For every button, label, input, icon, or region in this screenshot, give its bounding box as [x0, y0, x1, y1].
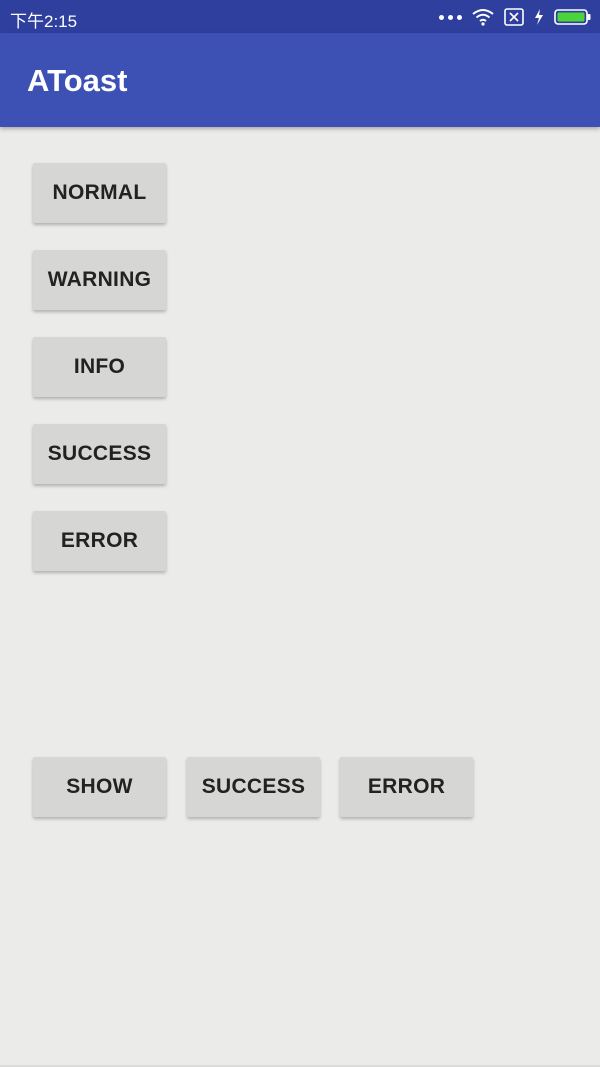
error-row-button[interactable]: ERROR: [340, 757, 473, 817]
more-dots-icon: [439, 14, 462, 20]
app-bar: AToast: [0, 33, 600, 127]
success-row-button[interactable]: SUCCESS: [187, 757, 320, 817]
success-button[interactable]: SUCCESS: [33, 424, 166, 484]
battery-icon: [554, 9, 591, 25]
sim-off-icon: [504, 8, 524, 26]
status-bar: 下午2:15: [0, 0, 600, 33]
warning-button[interactable]: WARNING: [33, 250, 166, 310]
show-button[interactable]: SHOW: [33, 757, 166, 817]
app-title: AToast: [27, 63, 128, 98]
status-icons: [439, 6, 592, 28]
charging-icon: [535, 9, 543, 25]
status-time: 下午2:15: [10, 12, 78, 31]
normal-button[interactable]: NORMAL: [33, 163, 166, 223]
info-button[interactable]: INFO: [33, 337, 166, 397]
wifi-icon: [472, 9, 494, 26]
error-button[interactable]: ERROR: [33, 511, 166, 571]
